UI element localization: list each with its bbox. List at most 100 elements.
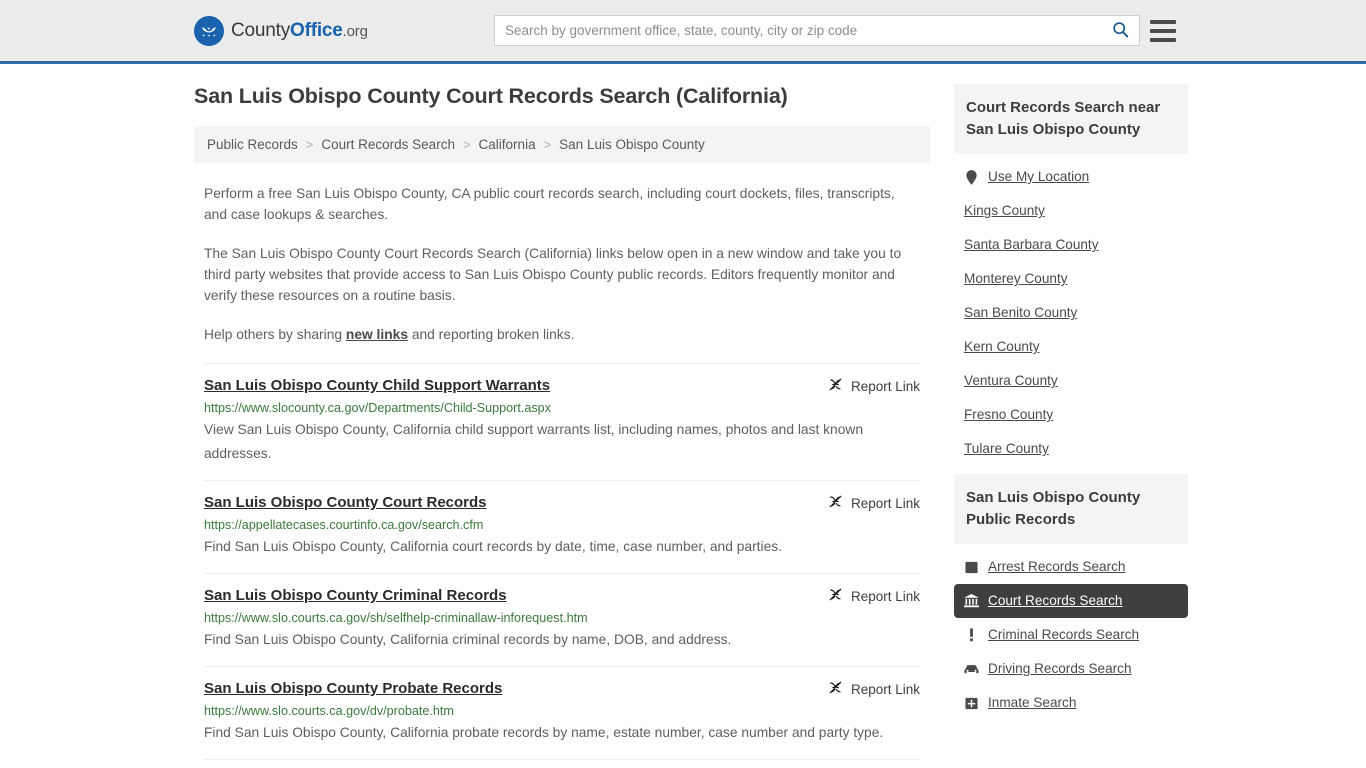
main-content: San Luis Obispo County Court Records Sea… [194,84,930,760]
result-url: https://www.slocounty.ca.gov/Departments… [204,401,551,415]
site-logo[interactable]: CountyOffice.org [194,15,368,46]
nearby-counties-heading: Court Records Search near San Luis Obisp… [954,84,1188,154]
sidebar-item-arrest-records-search[interactable]: Arrest Records Search [954,550,1188,584]
broken-link-icon [828,377,843,395]
sidebar-item-ventura-county[interactable]: Ventura County [954,364,1188,398]
sidebar-item-criminal-records-search[interactable]: Criminal Records Search [954,618,1188,652]
nearby-counties-panel: Court Records Search near San Luis Obisp… [954,84,1188,466]
logo-text-dotorg: .org [342,22,368,40]
report-link-button[interactable]: Report Link [828,376,920,395]
sidebar-item-use-my-location[interactable]: Use My Location [954,160,1188,194]
sidebar-item-monterey-county[interactable]: Monterey County [954,262,1188,296]
result-title-link[interactable]: San Luis Obispo County Probate Records [204,679,502,699]
sidebar-item-label: Tulare County [964,441,1049,456]
sidebar-item-san-benito-county[interactable]: San Benito County [954,296,1188,330]
menu-bar-1 [1150,19,1176,24]
sidebar-item-label: Kings County [964,203,1045,218]
sidebar-item-label: Use My Location [988,169,1090,184]
result-item: San Luis Obispo County Criminal Records [204,574,920,667]
sidebar-item-driving-records-search[interactable]: Driving Records Search [954,652,1188,686]
intro-paragraph-3-post: and reporting broken links. [408,327,575,342]
result-item: San Luis Obispo County Child Support War… [204,363,920,481]
sidebar-item-santa-barbara-county[interactable]: Santa Barbara County [954,228,1188,262]
sidebar-item-label: Driving Records Search [988,661,1132,676]
breadcrumb-separator-1: > [305,137,314,152]
sidebar-item-label: San Benito County [964,305,1078,320]
hamburger-menu-icon[interactable] [1150,19,1176,42]
broken-link-icon [828,680,843,698]
search-icon [1112,21,1129,41]
sidebar-item-label: Ventura County [964,373,1058,388]
breadcrumb-item-san-luis-obispo-county: San Luis Obispo County [559,137,705,152]
breadcrumb: Public Records > Court Records Search > … [194,126,930,163]
result-title-link[interactable]: San Luis Obispo County Criminal Records [204,586,507,606]
courthouse-icon [964,594,979,609]
result-description: Find San Luis Obispo County, California … [204,539,782,554]
report-link-label: Report Link [850,681,920,697]
jail-icon [964,696,979,711]
breadcrumb-separator-2: > [462,137,471,152]
new-links-link[interactable]: new links [346,327,408,342]
eagle-seal-icon [194,15,224,46]
sidebar-item-label: Arrest Records Search [988,559,1126,574]
sidebar-item-kings-county[interactable]: Kings County [954,194,1188,228]
menu-bar-2 [1150,28,1176,33]
result-title-link[interactable]: San Luis Obispo County Child Support War… [204,376,550,396]
breadcrumb-item-public-records[interactable]: Public Records [204,137,301,152]
sidebar-item-label: Kern County [964,339,1040,354]
breadcrumb-item-court-records-search[interactable]: Court Records Search [318,137,458,152]
sidebar-item-tulare-county[interactable]: Tulare County [954,432,1188,466]
car-icon [964,662,979,677]
broken-link-icon [828,587,843,605]
result-description: Find San Luis Obispo County, California … [204,725,884,740]
report-link-button[interactable]: Report Link [828,679,920,698]
intro-paragraph-1: Perform a free San Luis Obispo County, C… [204,186,895,222]
fingerprint-card-icon [964,560,979,575]
broken-link-icon [828,494,843,512]
sidebar-item-label: Criminal Records Search [988,627,1140,642]
sidebar-item-court-records-search[interactable]: Court Records Search [954,584,1188,618]
result-description: View San Luis Obispo County, California … [204,422,864,461]
result-url: https://www.slo.courts.ca.gov/sh/selfhel… [204,611,588,625]
page-title: San Luis Obispo County Court Records Sea… [194,84,788,108]
report-link-button[interactable]: Report Link [828,493,920,512]
site-header: CountyOffice.org [0,0,1366,64]
search-button[interactable] [1101,16,1139,45]
intro-paragraph-3: Help others by sharing new links and rep… [204,324,920,345]
result-item: San Luis Obispo County Court Records Rep… [204,481,920,574]
intro-paragraph-3-pre: Help others by sharing [204,327,346,342]
sidebar-item-fresno-county[interactable]: Fresno County [954,398,1188,432]
sidebar-item-label: Santa Barbara County [964,237,1099,252]
sidebar-item-inmate-search[interactable]: Inmate Search [954,686,1188,720]
page-container: San Luis Obispo County Court Records Sea… [0,64,1366,760]
report-link-label: Report Link [850,588,920,604]
sidebar-item-label: Inmate Search [988,695,1077,710]
report-link-label: Report Link [850,378,920,394]
result-item: San Luis Obispo County Probate Records R… [204,667,920,760]
sidebar-item-label: Court Records Search [988,593,1123,608]
menu-bar-3 [1150,37,1176,42]
results-list: San Luis Obispo County Child Support War… [194,363,930,760]
breadcrumb-separator-3: > [543,137,552,152]
result-url: https://www.slo.courts.ca.gov/dv/probate… [204,704,454,718]
intro-section: Perform a free San Luis Obispo County, C… [194,183,930,345]
result-description: Find San Luis Obispo County, California … [204,632,732,647]
search-input[interactable] [495,16,1101,45]
map-pin-icon [964,169,979,185]
intro-paragraph-2: The San Luis Obispo County Court Records… [204,246,902,303]
sidebar: Court Records Search near San Luis Obisp… [954,84,1188,760]
search-bar[interactable] [494,15,1140,46]
sidebar-item-kern-county[interactable]: Kern County [954,330,1188,364]
report-link-button[interactable]: Report Link [828,586,920,605]
result-title-link[interactable]: San Luis Obispo County Court Records [204,493,487,513]
logo-text: CountyOffice.org [231,20,368,42]
exclamation-icon [964,628,979,643]
report-link-label: Report Link [850,495,920,511]
sidebar-item-label: Monterey County [964,271,1068,286]
public-records-panel: San Luis Obispo County Public Records Ar… [954,474,1188,720]
sidebar-item-label: Fresno County [964,407,1054,422]
result-url: https://appellatecases.courtinfo.ca.gov/… [204,518,484,532]
breadcrumb-item-california[interactable]: California [476,137,539,152]
logo-text-office: Office [290,19,343,41]
logo-text-county: County [231,19,291,41]
